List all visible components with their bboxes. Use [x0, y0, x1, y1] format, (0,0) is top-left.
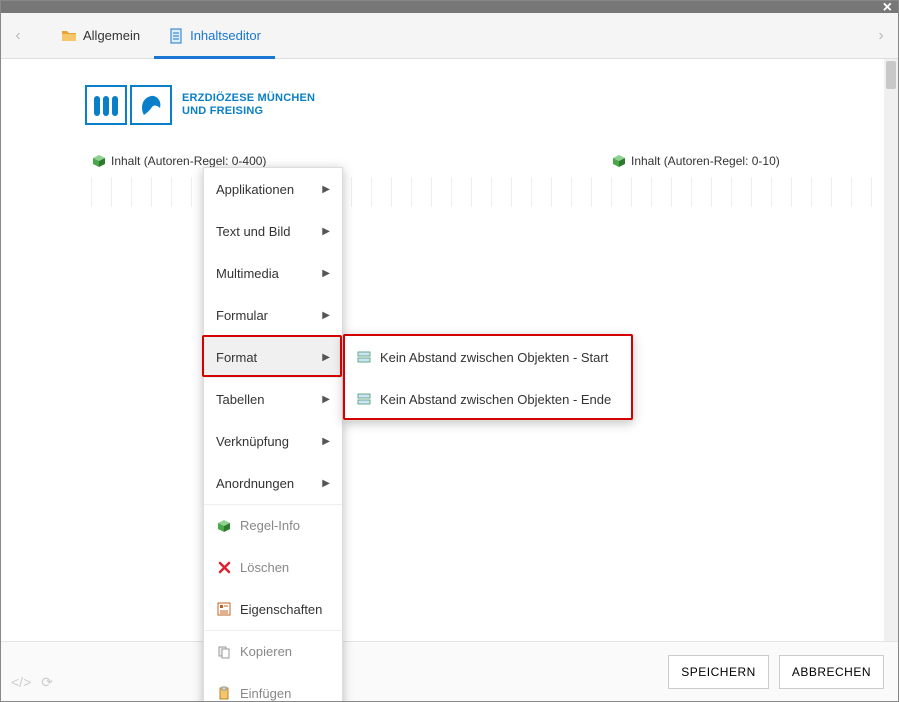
menu-format[interactable]: Format ▶: [204, 336, 342, 378]
dialog-footer: SPEICHERN ABBRECHEN: [1, 641, 898, 701]
footer-tools: </> ⟳: [11, 674, 53, 691]
menu-label: Kopieren: [240, 644, 292, 659]
context-menu: Applikationen ▶ Text und Bild ▶ Multimed…: [203, 167, 343, 702]
tab-bar: ‹ Allgemein Inhaltseditor ›: [1, 13, 898, 59]
tab-scroll-right[interactable]: ›: [872, 27, 890, 45]
chevron-right-icon: ▶: [322, 184, 330, 195]
menu-multimedia[interactable]: Multimedia ▶: [204, 252, 342, 294]
submenu-label: Kein Abstand zwischen Objekten - Ende: [380, 392, 611, 407]
cancel-button[interactable]: ABBRECHEN: [779, 655, 884, 689]
menu-verknuepfung[interactable]: Verknüpfung ▶: [204, 420, 342, 462]
submenu-label: Kein Abstand zwischen Objekten - Start: [380, 350, 608, 365]
refresh-icon[interactable]: ⟳: [41, 674, 53, 691]
tab-allgemein[interactable]: Allgemein: [47, 13, 154, 59]
save-button[interactable]: SPEICHERN: [668, 655, 769, 689]
menu-label: Text und Bild: [216, 224, 290, 239]
section-headers: Inhalt (Autoren-Regel: 0-400) Inhalt (Au…: [1, 135, 884, 173]
dialog-frame: × ‹ Allgemein Inhaltseditor ›: [0, 0, 899, 702]
section-header-right: Inhalt (Autoren-Regel: 0-10): [611, 153, 874, 169]
chevron-right-icon: ▶: [322, 268, 330, 279]
menu-label: Tabellen: [216, 392, 264, 407]
code-icon[interactable]: </>: [11, 674, 31, 691]
brand-header: ERZDIÖZESE MÜNCHEN UND FREISING: [1, 59, 884, 135]
menu-kopieren[interactable]: Kopieren: [204, 630, 342, 672]
document-icon: [168, 28, 184, 44]
cube-icon: [216, 518, 232, 534]
menu-label: Eigenschaften: [240, 602, 322, 617]
copy-icon: [216, 644, 232, 660]
tab-inhaltseditor[interactable]: Inhaltseditor: [154, 13, 275, 59]
submenu-kein-abstand-start[interactable]: Kein Abstand zwischen Objekten - Start: [344, 336, 632, 378]
menu-label: Formular: [216, 308, 268, 323]
chevron-right-icon: ▶: [322, 310, 330, 321]
brand-logo: [85, 85, 172, 125]
menu-tabellen[interactable]: Tabellen ▶: [204, 378, 342, 420]
menu-anordnungen[interactable]: Anordnungen ▶: [204, 462, 342, 504]
menu-label: Anordnungen: [216, 476, 294, 491]
section-header-left: Inhalt (Autoren-Regel: 0-400): [91, 153, 611, 169]
menu-label: Multimedia: [216, 266, 279, 281]
brand-text: ERZDIÖZESE MÜNCHEN UND FREISING: [182, 92, 315, 118]
dialog-titlebar: ×: [1, 1, 898, 13]
tab-scroll-left[interactable]: ‹: [9, 27, 27, 45]
menu-label: Format: [216, 350, 257, 365]
menu-loeschen[interactable]: Löschen: [204, 546, 342, 588]
brand-line2: UND FREISING: [182, 105, 315, 118]
menu-label: Verknüpfung: [216, 434, 289, 449]
format-icon: [356, 391, 372, 407]
logo-moor-icon: [130, 85, 172, 125]
menu-label: Applikationen: [216, 182, 294, 197]
menu-label: Einfügen: [240, 686, 291, 701]
cube-icon: [91, 153, 107, 169]
menu-label: Löschen: [240, 560, 289, 575]
menu-text-und-bild[interactable]: Text und Bild ▶: [204, 210, 342, 252]
menu-einfuegen[interactable]: Einfügen: [204, 672, 342, 702]
vertical-scrollbar[interactable]: [884, 59, 898, 641]
tab-label: Inhaltseditor: [190, 28, 261, 43]
chevron-right-icon: ▶: [322, 436, 330, 447]
paste-icon: [216, 685, 232, 701]
submenu-format: Kein Abstand zwischen Objekten - Start K…: [343, 335, 633, 421]
submenu-kein-abstand-ende[interactable]: Kein Abstand zwischen Objekten - Ende: [344, 378, 632, 420]
cube-icon: [611, 153, 627, 169]
menu-label: Regel-Info: [240, 518, 300, 533]
section-label: Inhalt (Autoren-Regel: 0-10): [631, 154, 780, 168]
properties-icon: [216, 601, 232, 617]
menu-regel-info[interactable]: Regel-Info: [204, 504, 342, 546]
logo-towers-icon: [85, 85, 127, 125]
folder-icon: [61, 28, 77, 44]
chevron-right-icon: ▶: [322, 478, 330, 489]
scroll-thumb[interactable]: [886, 61, 896, 89]
chevron-right-icon: ▶: [322, 394, 330, 405]
format-icon: [356, 349, 372, 365]
menu-eigenschaften[interactable]: Eigenschaften: [204, 588, 342, 630]
tab-label: Allgemein: [83, 28, 140, 43]
menu-applikationen[interactable]: Applikationen ▶: [204, 168, 342, 210]
chevron-right-icon: ▶: [322, 226, 330, 237]
brand-line1: ERZDIÖZESE MÜNCHEN: [182, 92, 315, 105]
delete-icon: [216, 559, 232, 575]
section-label: Inhalt (Autoren-Regel: 0-400): [111, 154, 266, 168]
chevron-right-icon: ▶: [322, 352, 330, 363]
menu-formular[interactable]: Formular ▶: [204, 294, 342, 336]
